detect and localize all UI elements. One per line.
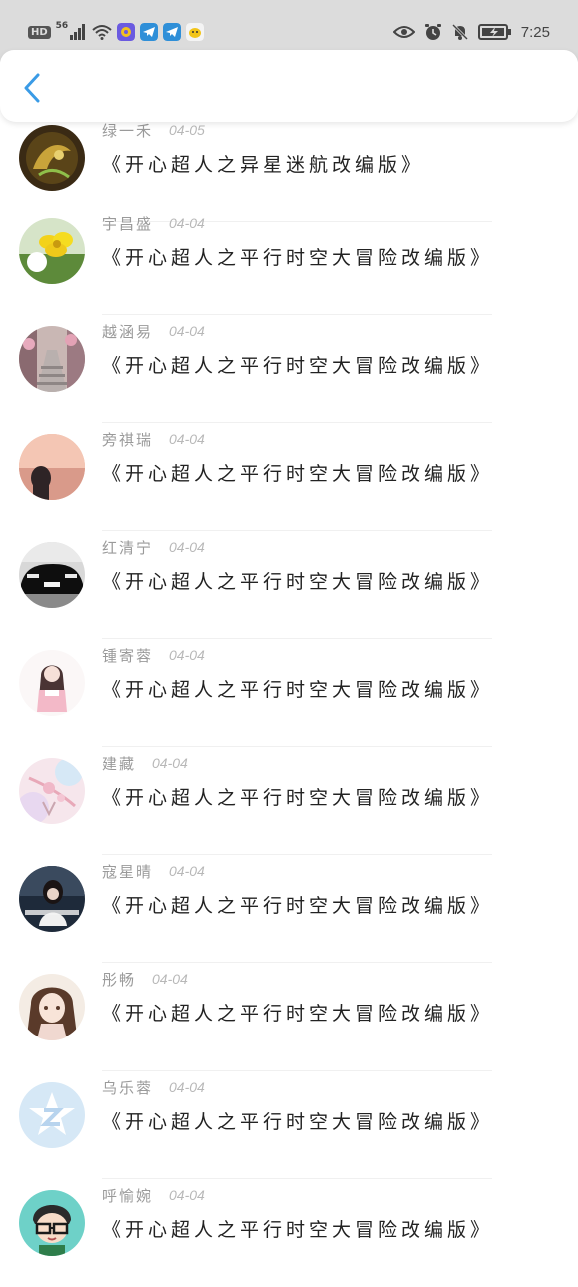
comment-date: 04-04 (169, 647, 205, 663)
comment-text[interactable]: 《开心超人之异星迷航改编版》 (102, 150, 424, 177)
battery-charging-icon (477, 24, 511, 40)
avatar[interactable] (19, 974, 85, 1040)
comment-date: 04-04 (169, 323, 205, 339)
avatar[interactable] (19, 1082, 85, 1148)
wifi-icon (92, 25, 112, 40)
comment-date: 04-04 (169, 431, 205, 447)
avatar[interactable] (19, 1190, 85, 1256)
list-item[interactable]: 越涵易 04-04 《开心超人之平行时空大冒险改编版》 (0, 315, 578, 423)
telegram-icon (140, 23, 159, 41)
list-item[interactable]: 寇星晴 04-04 《开心超人之平行时空大冒险改编版》 (0, 855, 578, 963)
list-item[interactable]: 乌乐蓉 04-04 《开心超人之平行时空大冒险改编版》 (0, 1071, 578, 1179)
list-item[interactable]: 建藏 04-04 《开心超人之平行时空大冒险改编版》 (0, 747, 578, 855)
back-button[interactable] (16, 70, 48, 106)
comment-text[interactable]: 《开心超人之平行时空大冒险改编版》 (102, 1215, 493, 1242)
comment-date: 04-04 (169, 1079, 205, 1095)
avatar[interactable] (19, 218, 85, 284)
comment-text[interactable]: 《开心超人之平行时空大冒险改编版》 (102, 891, 493, 918)
comment-date: 04-04 (169, 1187, 205, 1203)
avatar[interactable] (19, 758, 85, 824)
avatar[interactable] (19, 866, 85, 932)
username[interactable]: 建藏 (102, 753, 136, 774)
alarm-icon (424, 24, 441, 40)
avatar[interactable] (19, 434, 85, 500)
eye-icon (392, 26, 415, 38)
comment-text[interactable]: 《开心超人之平行时空大冒险改编版》 (102, 783, 493, 810)
username[interactable]: 越涵易 (102, 321, 153, 342)
comment-date: 04-04 (169, 215, 205, 231)
avatar[interactable] (19, 125, 85, 191)
list-item[interactable]: 宇昌盛 04-04 《开心超人之平行时空大冒险改编版》 (0, 207, 578, 315)
username[interactable]: 呼愉婉 (102, 1185, 153, 1206)
comment-date: 04-04 (152, 755, 188, 771)
signal-icon (70, 24, 86, 40)
list-item[interactable]: 红清宁 04-04 《开心超人之平行时空大冒险改编版》 (0, 531, 578, 639)
comment-date: 04-04 (169, 863, 205, 879)
hd-icon: HD (28, 25, 51, 39)
comment-date: 04-04 (152, 971, 188, 987)
list-item[interactable]: 锺寄蓉 04-04 《开心超人之平行时空大冒险改编版》 (0, 639, 578, 747)
bell-off-icon (451, 23, 468, 41)
comment-date: 04-04 (169, 539, 205, 555)
app-icon (117, 23, 136, 41)
comment-text[interactable]: 《开心超人之平行时空大冒险改编版》 (102, 459, 493, 486)
comment-text[interactable]: 《开心超人之平行时空大冒险改编版》 (102, 1107, 493, 1134)
username[interactable]: 乌乐蓉 (102, 1077, 153, 1098)
top-nav-bar (0, 50, 578, 122)
clock: 7:25 (520, 23, 550, 41)
chevron-left-icon (24, 73, 40, 103)
comment-text[interactable]: 《开心超人之平行时空大冒险改编版》 (102, 243, 493, 270)
network-type-label: 56 (55, 21, 69, 31)
list-item[interactable]: 绿一禾 04-05 《开心超人之异星迷航改编版》 (0, 114, 578, 222)
username[interactable]: 彤畅 (102, 969, 136, 990)
avatar[interactable] (19, 650, 85, 716)
list-item[interactable]: 旁祺瑞 04-04 《开心超人之平行时空大冒险改编版》 (0, 423, 578, 531)
username[interactable]: 锺寄蓉 (102, 645, 153, 666)
username[interactable]: 绿一禾 (102, 120, 153, 141)
username[interactable]: 宇昌盛 (102, 213, 153, 234)
username[interactable]: 旁祺瑞 (102, 429, 153, 450)
comment-text[interactable]: 《开心超人之平行时空大冒险改编版》 (102, 567, 493, 594)
list-item[interactable]: 呼愉婉 04-04 《开心超人之平行时空大冒险改编版》 (0, 1179, 578, 1287)
list-item[interactable]: 彤畅 04-04 《开心超人之平行时空大冒险改编版》 (0, 963, 578, 1071)
app-icon (186, 23, 205, 41)
comment-text[interactable]: 《开心超人之平行时空大冒险改编版》 (102, 675, 493, 702)
comment-text[interactable]: 《开心超人之平行时空大冒险改编版》 (102, 351, 493, 378)
comment-date: 04-05 (169, 122, 205, 138)
avatar[interactable] (19, 542, 85, 608)
username[interactable]: 红清宁 (102, 537, 153, 558)
comment-text[interactable]: 《开心超人之平行时空大冒险改编版》 (102, 999, 493, 1026)
avatar[interactable] (19, 326, 85, 392)
username[interactable]: 寇星晴 (102, 861, 153, 882)
telegram-icon (163, 23, 182, 41)
